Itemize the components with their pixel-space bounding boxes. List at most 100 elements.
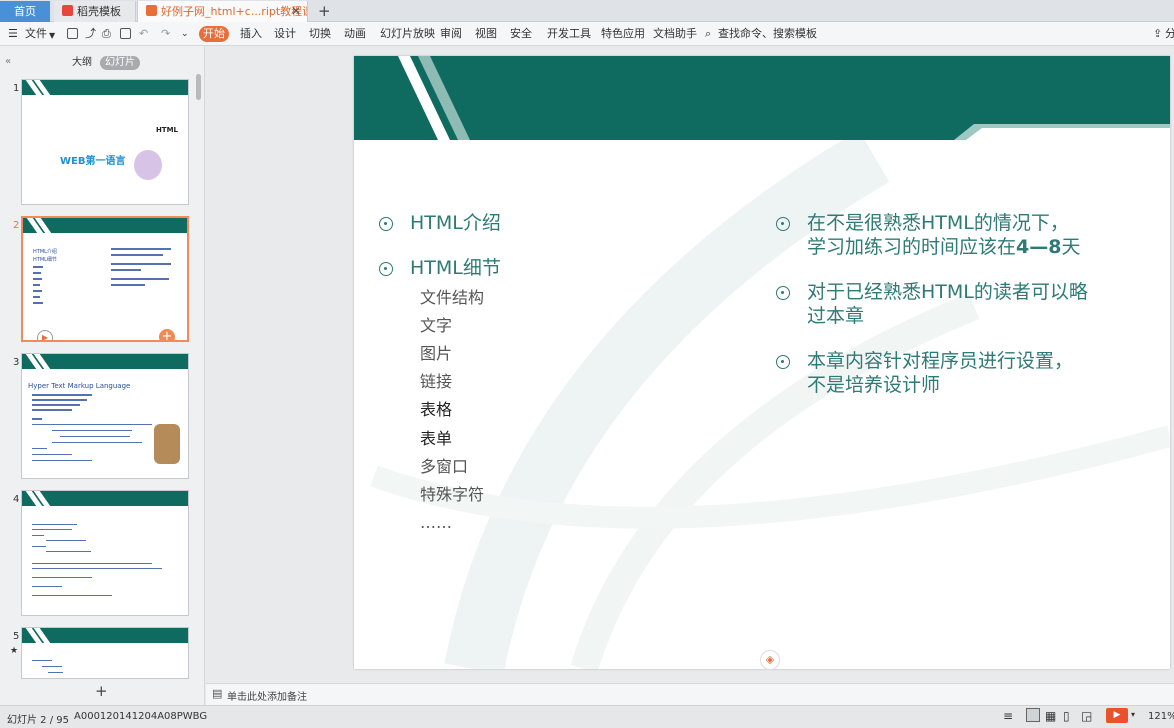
slide-number: 4 xyxy=(13,494,20,505)
add-slide-button[interactable]: + xyxy=(95,682,108,700)
slide-thumbnail-4[interactable] xyxy=(21,490,189,616)
tab-outline[interactable]: 大纲 xyxy=(72,56,92,70)
sub-item: 链接 xyxy=(420,372,453,391)
right-bullet-line: 过本章 xyxy=(807,305,865,327)
menu-slideshow[interactable]: 幻灯片放映 xyxy=(380,26,435,42)
collapse-panel-icon[interactable]: « xyxy=(5,56,11,67)
export-icon[interactable]: ⤴ xyxy=(85,26,96,42)
bullet-icon xyxy=(776,217,790,231)
bullet-icon xyxy=(776,355,790,369)
menu-review[interactable]: 审阅 xyxy=(440,26,462,42)
print-icon[interactable]: ⎙ xyxy=(102,26,111,42)
current-slide[interactable]: HTML介绍 HTML细节 文件结构 文字 图片 链接 表格 表单 多窗口 特殊… xyxy=(354,56,1170,669)
sub-item: 图片 xyxy=(420,344,453,363)
undo-icon[interactable]: ↶ xyxy=(139,26,148,42)
sub-item: 多窗口 xyxy=(420,457,469,476)
normal-view-icon[interactable] xyxy=(1026,708,1040,722)
sub-item: 表格 xyxy=(420,400,453,419)
thumb-item: HTML细节 xyxy=(33,257,57,263)
slide-thumbnail-2[interactable]: HTML介绍 HTML细节 ▶ + xyxy=(21,216,189,342)
chevron-down-icon[interactable]: ▼ xyxy=(49,28,55,44)
menu-security[interactable]: 安全 xyxy=(510,26,532,42)
presenter-view-icon[interactable]: ◲ xyxy=(1081,709,1092,723)
sorter-view-icon[interactable]: ▦ xyxy=(1045,709,1056,723)
thumb-heading: Hyper Text Markup Language xyxy=(28,382,131,390)
scrollbar-thumb[interactable] xyxy=(196,74,201,100)
notes-bar[interactable]: ▤ 单击此处添加备注 xyxy=(206,683,1174,705)
bullet-icon xyxy=(379,217,393,231)
sub-item: 特殊字符 xyxy=(420,485,485,504)
thumb-header-band xyxy=(23,218,187,238)
tab-draft-templates[interactable]: 稻壳模板 xyxy=(54,1,136,22)
menu-assistant[interactable]: 文档助手 xyxy=(653,26,697,42)
menu-transition[interactable]: 切换 xyxy=(309,26,331,42)
notes-toggle-icon[interactable]: ≡ xyxy=(1003,709,1013,723)
thumb-item: HTML介绍 xyxy=(33,249,57,255)
hamburger-icon[interactable]: ☰ xyxy=(8,26,18,42)
menu-devtools[interactable]: 开发工具 xyxy=(547,26,591,42)
slide-number: 5 xyxy=(13,631,20,642)
zoom-level[interactable]: 121% xyxy=(1148,711,1174,722)
menu-insert[interactable]: 插入 xyxy=(240,26,262,42)
template-id[interactable]: A000120141204A08PWBG xyxy=(74,711,207,722)
draft-logo-icon xyxy=(62,5,73,16)
add-icon[interactable]: + xyxy=(159,329,175,340)
tab-document[interactable]: 好例子网_html+c...ript教程课件ppt ✕ xyxy=(137,1,308,22)
right-bullet-1: 在不是很熟悉HTML的情况下， 学习加练习的时间应该在4—8天 xyxy=(807,211,1080,259)
slide-editor: HTML介绍 HTML细节 文件结构 文字 图片 链接 表格 表单 多窗口 特殊… xyxy=(206,46,1174,683)
slide-thumbnail-3[interactable]: Hyper Text Markup Language xyxy=(21,353,189,479)
smart-assist-icon[interactable]: ◈ xyxy=(760,650,780,670)
ppt-file-icon xyxy=(146,5,157,16)
right-bullet-line: 学习加练习的时间应该在4—8天 xyxy=(807,235,1080,259)
bullet-html-details: HTML细节 xyxy=(410,257,501,279)
notes-placeholder[interactable]: 单击此处添加备注 xyxy=(227,688,307,703)
sub-item: 文字 xyxy=(420,316,453,335)
sub-item: 文件结构 xyxy=(420,288,485,307)
redo-icon[interactable]: ↷ xyxy=(161,26,170,42)
star-icon: ★ xyxy=(10,646,19,656)
menu-special[interactable]: 特色应用 xyxy=(601,26,645,42)
command-search[interactable]: 查找命令、搜索模板 xyxy=(718,26,817,42)
close-icon[interactable]: ✕ xyxy=(291,1,301,22)
chevron-down-icon[interactable]: ▾ xyxy=(1131,710,1135,719)
text-run: 天 xyxy=(1061,236,1081,258)
slide-number: 2 xyxy=(13,220,20,231)
customize-icon[interactable]: ⌄ xyxy=(181,26,189,42)
menu-file[interactable]: 文件 xyxy=(25,26,47,42)
save-icon[interactable] xyxy=(67,28,78,39)
share-icon[interactable]: ⇪ xyxy=(1153,26,1162,42)
menu-start[interactable]: 开始 xyxy=(199,26,229,42)
right-bullet-line: 本章内容针对程序员进行设置， xyxy=(807,350,1074,372)
right-bullet-line: 不是培养设计师 xyxy=(807,374,941,396)
text-run: 学习加练习的时间应该在 xyxy=(807,236,1017,258)
menu-bar: ☰ 文件 ▼ ⤴ ⎙ ↶ ↷ ⌄ 开始 插入 设计 切换 动画 幻灯片放映 审阅… xyxy=(0,22,1174,46)
slide-index: 幻灯片 2 / 95 xyxy=(7,715,69,726)
bullet-html-intro: HTML介绍 xyxy=(410,212,501,234)
thumb-header-band xyxy=(22,491,188,511)
sub-item: …… xyxy=(420,513,452,532)
right-bullet-2: 对于已经熟悉HTML的读者可以略 过本章 xyxy=(807,280,1088,328)
slide-thumbnail-1[interactable]: HTML WEB第一语言 xyxy=(21,79,189,205)
play-icon[interactable]: ▶ xyxy=(37,330,53,340)
sub-item: 表单 xyxy=(420,429,453,448)
slide-number: 3 xyxy=(13,357,20,368)
preview-icon[interactable] xyxy=(120,28,131,39)
slide-thumbnail-5[interactable] xyxy=(21,627,189,679)
slide-thumbnail-panel: « 大纲 幻灯片 1 HTML WEB第一语言 2 HTML介绍 HTML细节 … xyxy=(0,46,205,705)
tab-slides[interactable]: 幻灯片 xyxy=(100,56,140,70)
thumb-title-main: WEB第一语言 xyxy=(60,156,126,167)
menu-design[interactable]: 设计 xyxy=(274,26,296,42)
tab-home[interactable]: 首页 xyxy=(0,1,50,22)
camera-illustration xyxy=(134,150,162,180)
thumb-header-band xyxy=(22,80,188,100)
menu-animation[interactable]: 动画 xyxy=(344,26,366,42)
share-label[interactable]: 分 xyxy=(1165,26,1174,42)
reading-view-icon[interactable]: ▯ xyxy=(1063,709,1070,723)
thumb-header-band xyxy=(22,354,188,374)
new-tab-button[interactable]: + xyxy=(318,2,331,20)
menu-view[interactable]: 视图 xyxy=(475,26,497,42)
play-slideshow-button[interactable]: ▶ xyxy=(1106,708,1128,723)
search-icon[interactable]: ⌕ xyxy=(705,26,711,42)
thumb-header-band xyxy=(22,628,188,648)
tab-draft-label: 稻壳模板 xyxy=(77,5,121,18)
